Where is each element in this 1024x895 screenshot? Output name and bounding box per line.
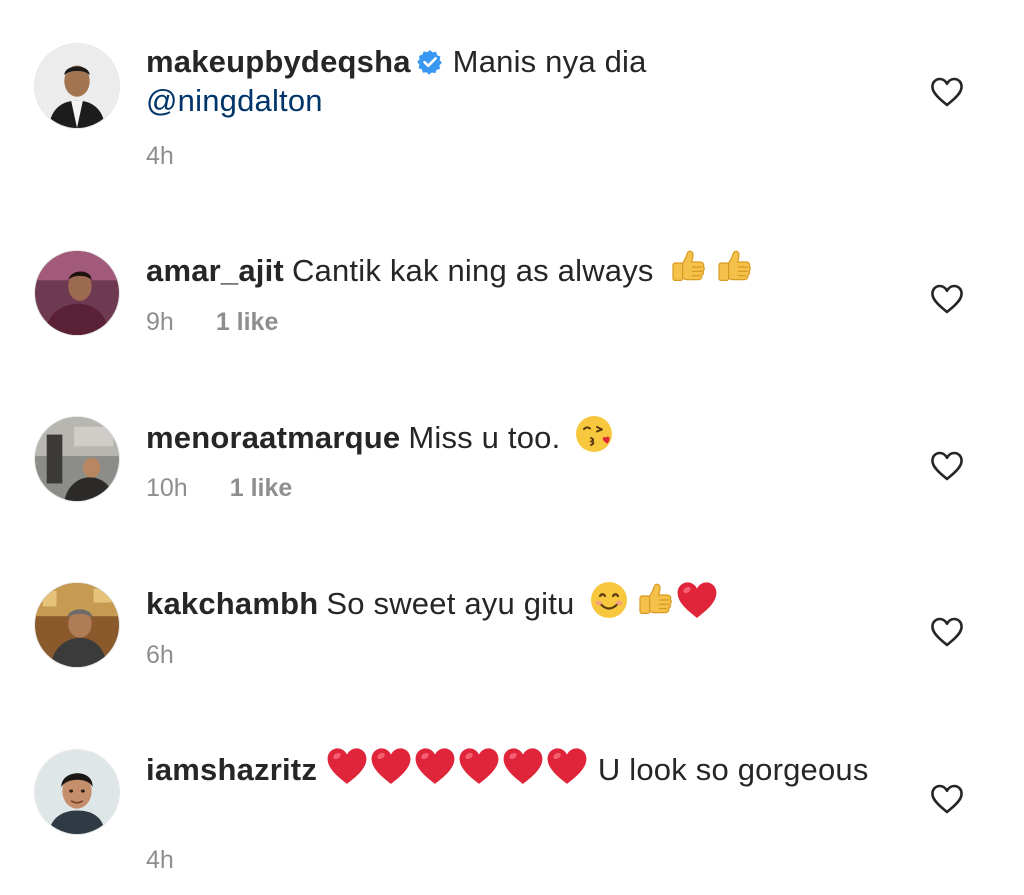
comment-time: 4h [146,846,174,874]
heart-outline-icon[interactable] [930,284,964,314]
verified-badge-icon [417,49,443,75]
thumbs-up-emoji-icon [714,247,754,287]
thumbs-up-emoji-icon [635,580,675,620]
kissing-face-emoji-icon [575,414,615,454]
mention-link[interactable]: @ningdalton [146,83,323,118]
comment-text: U look so gorgeous [597,752,869,787]
comment-username[interactable]: iamshazritz [146,752,317,787]
comment-time: 9h [146,308,174,336]
comment-meta: 4h [146,845,174,875]
comment-body: iamshazritz U look so gorgeous [146,746,886,789]
comment-meta: 6h [146,640,174,670]
comment-body: amar_ajit Cantik kak ning as always [146,247,886,290]
comment-text: Manis nya dia [452,44,647,79]
thumbs-up-emoji-icon [668,247,708,287]
comment-body: makeupbydeqsha Manis nya dia @ningdalton [146,42,886,120]
comment-username[interactable]: menoraatmarque [146,420,400,455]
comment-like-count[interactable]: 1 like [230,473,293,503]
avatar[interactable] [34,43,120,129]
comment-time: 6h [146,641,174,669]
comment-text: Miss u too. [408,420,561,455]
comment-body: kakchambh So sweet ayu gitu [146,580,886,623]
comment-username[interactable]: kakchambh [146,586,318,621]
red-heart-emoji-icon [413,746,457,786]
comment-meta: 4h [146,141,174,171]
comment-meta: 10h 1 like [146,473,292,503]
red-heart-emoji-icon [501,746,545,786]
avatar[interactable] [34,250,120,336]
comment-text: Cantik kak ning as always [291,253,654,288]
comment-text: So sweet ayu gitu [326,586,575,621]
comment-username[interactable]: amar_ajit [146,253,284,288]
comment-meta: 9h 1 like [146,307,278,337]
heart-outline-icon[interactable] [930,617,964,647]
avatar[interactable] [34,416,120,502]
comment-body: menoraatmarque Miss u too. [146,414,886,457]
avatar[interactable] [34,749,120,835]
red-heart-emoji-icon [545,746,589,786]
smiling-face-emoji-icon [589,580,629,620]
heart-outline-icon[interactable] [930,77,964,107]
avatar[interactable] [34,582,120,668]
heart-outline-icon[interactable] [930,451,964,481]
heart-outline-icon[interactable] [930,784,964,814]
comment-username[interactable]: makeupbydeqsha [146,44,411,79]
comment-like-count[interactable]: 1 like [216,307,279,337]
red-heart-emoji-icon [325,746,369,786]
red-heart-emoji-icon [369,746,413,786]
comment-time: 10h [146,474,188,502]
comment-time: 4h [146,142,174,170]
red-heart-emoji-icon [675,580,719,620]
red-heart-emoji-icon [457,746,501,786]
